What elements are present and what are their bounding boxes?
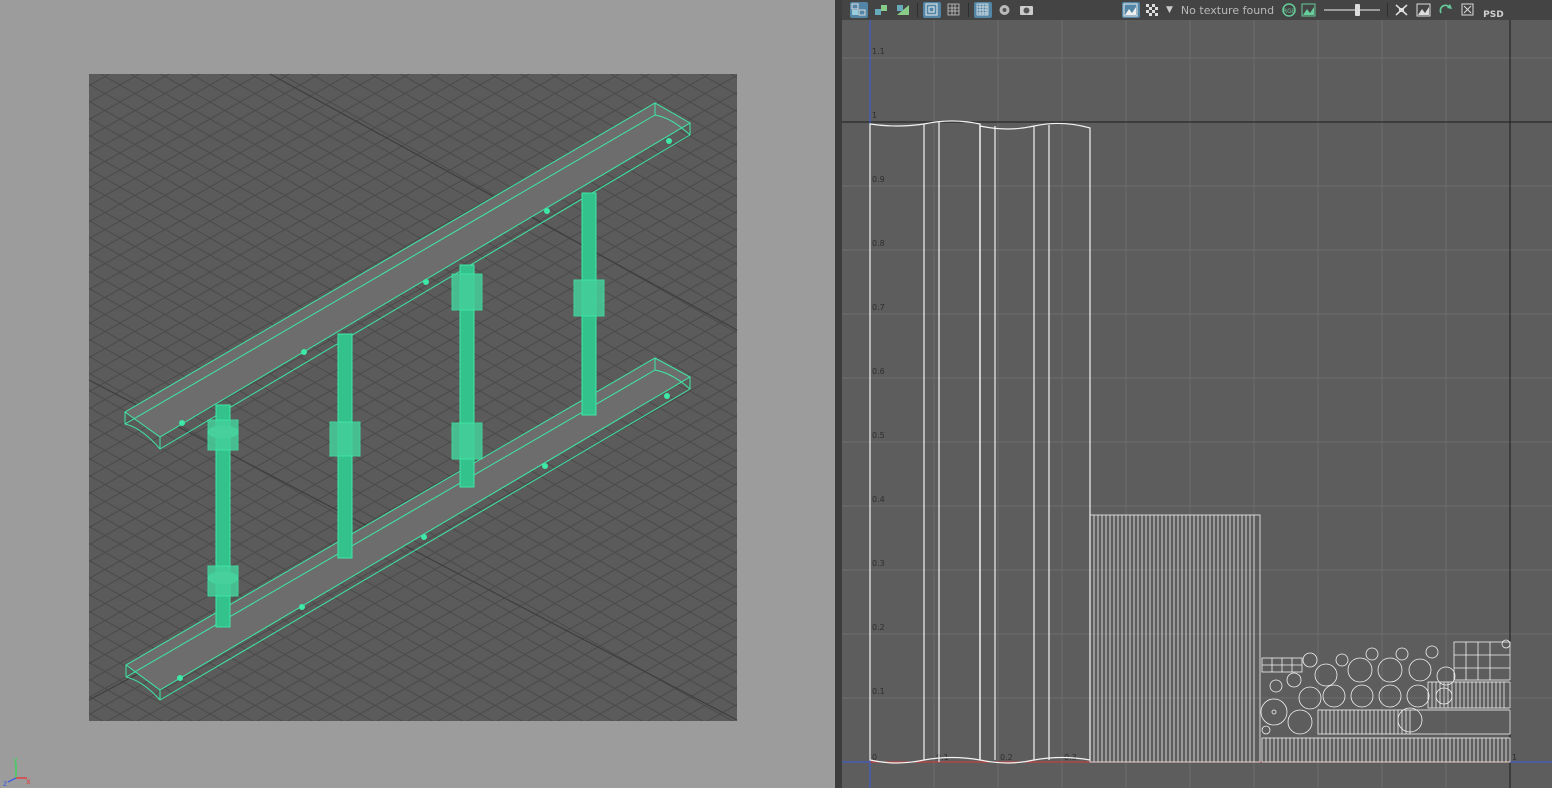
display-image-icon[interactable] [1122,2,1140,18]
uv-image-icon[interactable] [1415,2,1433,18]
rgb-channel-label: RGB [1283,8,1296,15]
snapshot-camera-icon[interactable] [1018,2,1036,18]
v-label-0-9: 0.9 [872,175,885,184]
v-label-0-4: 0.4 [872,495,885,504]
uv-texture-space[interactable]: 1.1 1 0.9 0.8 0.7 0.6 0.5 0.4 0.3 0.2 0.… [842,20,1552,788]
u-label-1: 1 [1512,753,1517,762]
v-label-0-2: 0.2 [872,623,885,632]
wireframe-view-icon[interactable] [923,2,941,18]
uv-toolbar: ▼ No texture found RGB PSD [842,0,1552,20]
panel-divider[interactable] [835,0,842,788]
uv-face-select-icon[interactable] [872,2,890,18]
uv-grid-lines [842,20,1552,788]
uv-shell-select-icon[interactable] [850,2,868,18]
checker-dropdown-icon[interactable]: ▼ [1166,5,1173,15]
uv-shell-disks[interactable] [1260,639,1511,735]
v-label-0-8: 0.8 [872,239,885,248]
grid-icon[interactable] [945,2,963,18]
psd-label: PSD [1483,10,1504,20]
texture-status: No texture found [1180,3,1275,17]
uv-shell-details[interactable] [1261,641,1511,763]
uv-bounds-icon[interactable] [1459,2,1477,18]
shaded-uv-icon[interactable] [996,2,1014,18]
axis-x-label: x [26,777,31,786]
uv-editor-panel[interactable]: ▼ No texture found RGB PSD 1.1 1 0.9 0.8… [842,0,1552,788]
axis-y-label: y [13,755,18,764]
toolbar-separator [1387,3,1389,17]
v-label-1-1: 1.1 [872,47,885,56]
pixel-snap-icon[interactable] [974,2,992,18]
uv-shell-bottom-rail[interactable] [979,122,1091,764]
refresh-texture-icon[interactable] [1437,2,1455,18]
v-label-0-3: 0.3 [872,559,885,568]
uv-tile-icon[interactable] [894,2,912,18]
rgb-channel-icon[interactable]: RGB [1280,2,1298,18]
toolbar-separator [968,3,969,17]
v-label-1: 1 [872,111,877,120]
v-label-0-7: 0.7 [872,303,885,312]
psd-network-icon[interactable]: PSD [1481,2,1504,20]
axis-z-label: z [3,779,7,788]
distortion-checker-icon[interactable] [1393,2,1411,18]
axis-gizmo: y x z [3,755,31,788]
toolbar-separator [917,3,918,17]
checker-icon[interactable] [1144,2,1162,18]
u-label-0-2: 0.2 [1000,753,1013,762]
image-brightness-icon[interactable] [1300,2,1318,18]
v-label-0-6: 0.6 [872,367,885,376]
perspective-viewport[interactable]: y x z [0,0,835,788]
v-label-0-5: 0.5 [872,431,885,440]
v-label-0-1: 0.1 [872,687,885,696]
brightness-slider[interactable] [1324,2,1381,18]
uv-axis-labels: 1.1 1 0.9 0.8 0.7 0.6 0.5 0.4 0.3 0.2 0.… [872,47,1517,762]
uv-shell-balusters[interactable] [1089,514,1261,763]
